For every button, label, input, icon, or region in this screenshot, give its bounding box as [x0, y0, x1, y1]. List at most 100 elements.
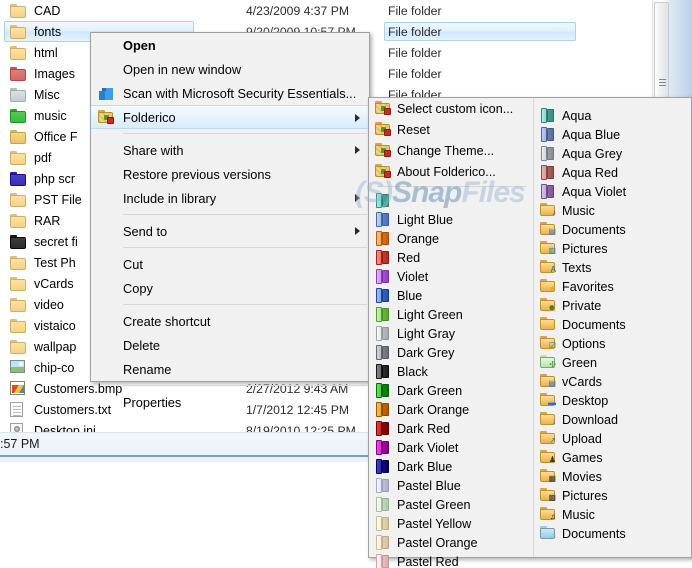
folderico-command-item[interactable]: Change Theme...: [369, 140, 533, 161]
folderico-theme-item[interactable]: ▤ vCards: [534, 372, 691, 391]
folderico-color-label: Pastel Green: [397, 497, 471, 512]
folderico-theme-item[interactable]: Aqua: [534, 106, 691, 125]
folderico-theme-item[interactable]: ▦ Movies: [534, 467, 691, 486]
theme-icon-wrap: A: [540, 260, 556, 275]
color-icon-wrap: [375, 250, 391, 265]
folderico-color-item[interactable]: Pastel Red: [369, 552, 533, 568]
folderico-color-item[interactable]: Pastel Yellow: [369, 514, 533, 533]
folderico-color-item[interactable]: Pastel Orange: [369, 533, 533, 552]
folderico-submenu[interactable]: Select custom icon... Reset Change Theme..…: [368, 97, 692, 568]
folderico-theme-item[interactable]: ⌂ Documents: [534, 524, 691, 543]
folderico-theme-item[interactable]: ★ Favorites: [534, 277, 691, 296]
file-name: php scr: [34, 171, 75, 186]
folderico-color-item[interactable]: Violet: [369, 267, 533, 286]
folderico-theme-item[interactable]: ↗ Upload: [534, 429, 691, 448]
folderico-command-item[interactable]: Select custom icon...: [369, 98, 533, 119]
color-icon-wrap: [375, 212, 391, 227]
context-menu-item[interactable]: Scan with Microsoft Security Essentials.…: [91, 81, 369, 105]
file-name: chip-co: [34, 360, 75, 375]
folderico-theme-item[interactable]: ♪ Music: [534, 201, 691, 220]
folderico-theme-item[interactable]: Aqua Blue: [534, 125, 691, 144]
context-menu-item[interactable]: Create shortcut: [91, 309, 369, 333]
folderico-theme-item[interactable]: ▩ Pictures: [534, 486, 691, 505]
folderico-theme-label: Aqua Red: [562, 165, 619, 180]
folderico-color-item[interactable]: Pastel Blue: [369, 476, 533, 495]
color-icon-wrap: [375, 345, 391, 360]
folderico-theme-item[interactable]: Aqua Violet: [534, 182, 691, 201]
folderico-color-label: Light Blue: [397, 212, 454, 227]
folderico-color-item[interactable]: Dark Violet: [369, 438, 533, 457]
context-menu-item[interactable]: Open: [91, 33, 369, 57]
folderico-theme-item[interactable]: ♫ Music: [534, 505, 691, 524]
text-file-icon: [10, 401, 23, 417]
folderico-command-label: Reset: [397, 122, 430, 137]
folderico-submenu-left-column[interactable]: Select custom icon... Reset Change Theme..…: [369, 98, 533, 568]
folderico-color-item[interactable]: Dark Red: [369, 419, 533, 438]
context-menu-item-label: Include in library: [123, 190, 217, 206]
context-menu-item[interactable]: Include in library: [91, 186, 369, 210]
door-icon: [375, 497, 391, 512]
folderico-color-item[interactable]: Dark Orange: [369, 400, 533, 419]
file-name: Test Ph: [34, 255, 76, 270]
context-menu-item[interactable]: Folderico: [91, 105, 369, 129]
context-menu-item[interactable]: Cut: [91, 252, 369, 276]
folderico-theme-item[interactable]: ☑ Options: [534, 334, 691, 353]
folderico-color-label: Blue: [397, 288, 423, 303]
color-icon-wrap: [375, 402, 391, 417]
folderico-color-item[interactable]: Dark Green: [369, 381, 533, 400]
folderico-theme-item[interactable]: ♟ Games: [534, 448, 691, 467]
folderico-command-item[interactable]: About Folderico...: [369, 161, 533, 182]
folderico-icon: [98, 110, 114, 124]
folderico-theme-item[interactable]: ▤ Documents: [534, 220, 691, 239]
folder-icon: [10, 297, 27, 312]
folderico-color-item[interactable]: Red: [369, 248, 533, 267]
folderico-color-label: Pastel Orange: [397, 535, 478, 550]
context-menu-item[interactable]: Delete: [91, 333, 369, 357]
context-menu-item[interactable]: Rename: [91, 357, 369, 381]
context-menu-items[interactable]: Open Open in new window Scan with Microsof…: [91, 33, 369, 414]
context-menu-item[interactable]: Properties: [91, 390, 369, 414]
folder-overlay-icon: ⌂: [551, 531, 556, 540]
folderico-theme-item[interactable]: ✣ Green: [534, 353, 691, 372]
context-menu[interactable]: Open Open in new window Scan with Microsof…: [90, 32, 370, 410]
color-icon-wrap: [375, 516, 391, 531]
folderico-theme-item[interactable]: A Texts: [534, 258, 691, 277]
folderico-theme-item[interactable]: Aqua Grey: [534, 144, 691, 163]
folderico-theme-item[interactable]: ▬ Desktop: [534, 391, 691, 410]
folderico-theme-item[interactable]: ↓ Download: [534, 410, 691, 429]
file-type: File folder: [388, 45, 442, 60]
folder-overlay-icon: ☑: [548, 341, 556, 350]
context-menu-item[interactable]: Open in new window: [91, 57, 369, 81]
folderico-theme-item[interactable]: Aqua Red: [534, 163, 691, 182]
door-icon: [375, 212, 391, 227]
folderico-theme-label: Documents: [562, 317, 626, 332]
folderico-color-item[interactable]: Light Blue: [369, 210, 533, 229]
folderico-color-item[interactable]: Light Gray: [369, 324, 533, 343]
folder-icon: [10, 87, 27, 102]
folderico-command-item[interactable]: Reset: [369, 119, 533, 140]
context-menu-item[interactable]: Restore previous versions: [91, 162, 369, 186]
file-icon-wrap: [10, 192, 27, 208]
folderico-color-item[interactable]: Black: [369, 362, 533, 381]
context-menu-item[interactable]: Copy: [91, 276, 369, 300]
folderico-theme-item[interactable]: Documents: [534, 315, 691, 334]
folderico-color-item[interactable]: Dark Grey: [369, 343, 533, 362]
context-menu-item-label: Create shortcut: [123, 313, 211, 329]
folderico-color-item[interactable]: Blue: [369, 286, 533, 305]
folderico-theme-label: Texts: [562, 260, 592, 275]
folder-overlay-icon: ♟: [548, 455, 556, 464]
folder-favorites-icon: ★: [540, 279, 556, 293]
folderico-color-item[interactable]: Aqua: [369, 191, 533, 210]
folder-overlay-icon: ☻: [547, 303, 556, 312]
folderico-theme-item[interactable]: ▥ Pictures: [534, 239, 691, 258]
folderico-color-item[interactable]: Pastel Green: [369, 495, 533, 514]
folderico-color-item[interactable]: Dark Blue: [369, 457, 533, 476]
folderico-color-item[interactable]: Orange: [369, 229, 533, 248]
folderico-color-item[interactable]: Light Green: [369, 305, 533, 324]
file-row[interactable]: CAD 4/23/2009 4:37 PM File folder: [0, 0, 648, 21]
folderico-submenu-right-column[interactable]: Aqua Aqua Blue Aqua Grey Aqua Red Aqua Viole…: [533, 98, 691, 557]
context-menu-item[interactable]: Send to: [91, 219, 369, 243]
folderico-theme-item[interactable]: ☻ Private: [534, 296, 691, 315]
folderico-color-label: Dark Grey: [397, 345, 455, 360]
context-menu-item[interactable]: Share with: [91, 138, 369, 162]
